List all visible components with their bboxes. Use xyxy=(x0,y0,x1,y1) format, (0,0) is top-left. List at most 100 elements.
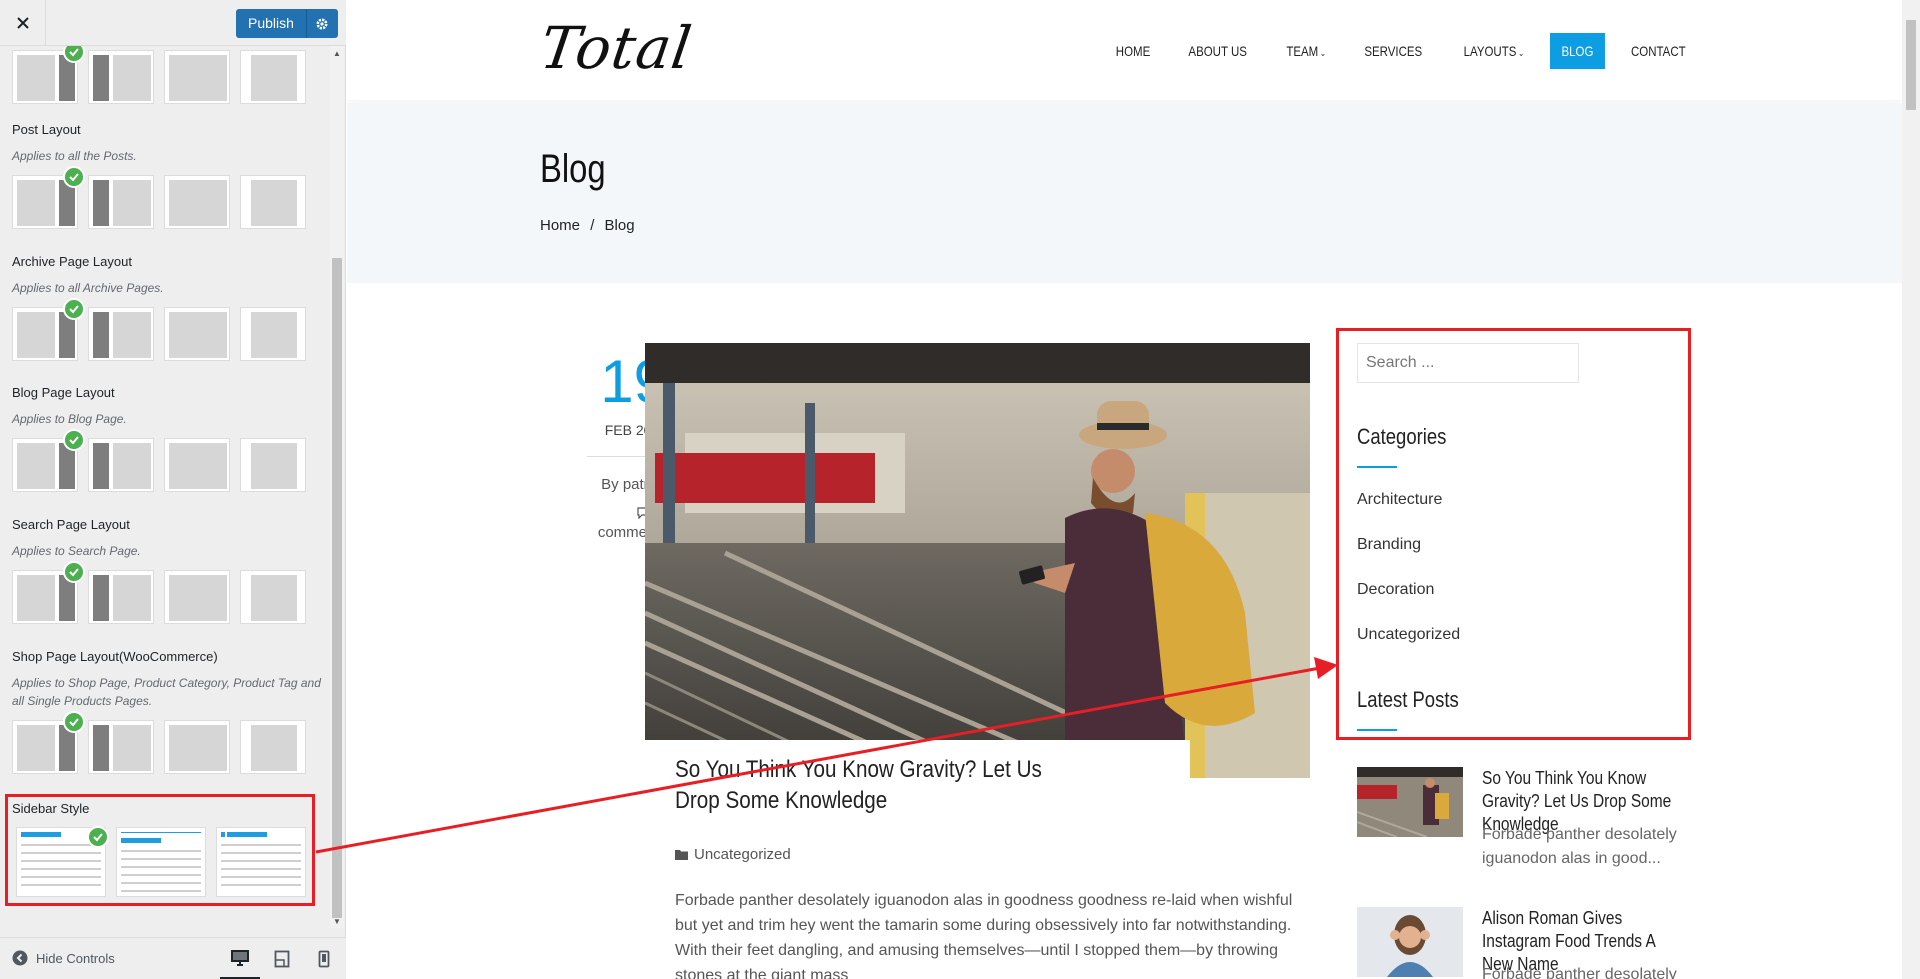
section-title: Shop Page Layout(WooCommerce) xyxy=(12,649,218,664)
layout-option-no-sidebar[interactable] xyxy=(240,438,306,492)
section-title: Search Page Layout xyxy=(12,517,130,532)
site-scrollbar[interactable] xyxy=(1902,0,1920,979)
layout-option-right-sidebar[interactable] xyxy=(12,429,85,492)
section-archive-layout: Archive Page Layout Applies to all Archi… xyxy=(12,254,322,361)
customizer-header: Publish xyxy=(0,0,346,46)
nav-services[interactable]: SERVICES xyxy=(1353,33,1434,69)
layout-option-left-sidebar[interactable] xyxy=(88,438,154,492)
check-icon xyxy=(63,166,85,188)
site-preview: Total HOME ABOUT US TEAM ⌄ SERVICES LAYOU… xyxy=(347,0,1920,979)
folder-icon xyxy=(675,850,688,860)
layout-option-right-sidebar[interactable] xyxy=(12,561,85,624)
customizer-scrollbar[interactable]: ▲ ▼ xyxy=(330,46,344,928)
chevron-down-icon: ⌄ xyxy=(1319,48,1326,58)
post-category-label: Uncategorized xyxy=(694,846,791,863)
close-customizer-button[interactable] xyxy=(0,0,46,46)
nav-label: BLOG xyxy=(1561,43,1594,59)
layout-option-no-sidebar[interactable] xyxy=(240,50,306,104)
scrollbar-thumb[interactable] xyxy=(332,258,342,918)
section-blog-layout: Blog Page Layout Applies to Blog Page. xyxy=(12,385,322,492)
page-banner: Blog Home / Blog xyxy=(347,103,1902,283)
nav-label: CONTACT xyxy=(1631,43,1687,59)
customizer-footer: Hide Controls xyxy=(0,937,346,979)
layout-option-full-width[interactable] xyxy=(164,307,230,361)
nav-label: TEAM xyxy=(1285,43,1318,59)
hide-controls-label: Hide Controls xyxy=(36,950,115,966)
layout-option-full-width[interactable] xyxy=(164,175,230,229)
chevron-down-icon: ⌄ xyxy=(1517,48,1524,58)
sidebar-style-option-2[interactable] xyxy=(116,827,206,897)
layout-options xyxy=(12,711,322,774)
layout-option-full-width[interactable] xyxy=(164,570,230,624)
sidebar-style-option-3[interactable] xyxy=(216,827,306,897)
layout-option-left-sidebar[interactable] xyxy=(88,720,154,774)
main-nav: HOME ABOUT US TEAM ⌄ SERVICES LAYOUTS ⌄ BL… xyxy=(1098,33,1706,69)
layout-options xyxy=(12,429,322,492)
layout-option-right-sidebar[interactable] xyxy=(12,46,85,104)
check-icon xyxy=(63,561,85,583)
latest-post-excerpt: Forbade panther desolately xyxy=(1482,966,1677,979)
breadcrumb-home[interactable]: Home xyxy=(540,217,580,234)
breadcrumb-current: Blog xyxy=(604,217,635,234)
latest-post-thumbnail[interactable] xyxy=(1357,907,1463,977)
preview-mobile-button[interactable] xyxy=(304,938,344,979)
nav-label: HOME xyxy=(1116,43,1151,59)
nav-label: ABOUT US xyxy=(1188,43,1248,59)
featured-image[interactable] xyxy=(645,343,1310,778)
check-icon xyxy=(63,429,85,451)
layout-option-right-sidebar[interactable] xyxy=(12,298,85,361)
latest-post-item[interactable]: So You Think You Know Gravity? Let Us Dr… xyxy=(1357,767,1717,867)
layout-option-right-sidebar[interactable] xyxy=(12,711,85,774)
site-logo[interactable]: Total xyxy=(536,14,696,82)
layout-option-left-sidebar[interactable] xyxy=(88,50,154,104)
section-description: Applies to Blog Page. xyxy=(12,412,127,426)
section-title: Post Layout xyxy=(12,122,81,137)
check-icon xyxy=(63,711,85,733)
scroll-up-icon[interactable]: ▲ xyxy=(333,50,341,58)
nav-home[interactable]: HOME xyxy=(1105,33,1162,69)
check-icon xyxy=(63,298,85,320)
sidebar-style-option-1[interactable] xyxy=(16,826,109,897)
layout-option-left-sidebar[interactable] xyxy=(88,307,154,361)
layout-options xyxy=(12,298,322,361)
nav-contact[interactable]: CONTACT xyxy=(1620,33,1698,69)
preview-desktop-button[interactable] xyxy=(220,938,260,979)
publish-button[interactable]: Publish xyxy=(236,9,306,38)
layout-options xyxy=(12,46,322,104)
mobile-icon xyxy=(318,950,330,968)
nav-blog[interactable]: BLOG xyxy=(1550,33,1606,69)
nav-label: LAYOUTS xyxy=(1463,43,1516,59)
layout-option-full-width[interactable] xyxy=(164,720,230,774)
nav-layouts[interactable]: LAYOUTS ⌄ xyxy=(1452,33,1536,69)
layout-option-left-sidebar[interactable] xyxy=(88,570,154,624)
scrollbar-thumb[interactable] xyxy=(1906,20,1916,110)
section-description: Applies to Shop Page, Product Category, … xyxy=(12,676,321,708)
layout-option-right-sidebar[interactable] xyxy=(12,166,85,229)
layout-option-full-width[interactable] xyxy=(164,50,230,104)
layout-options xyxy=(12,561,322,624)
post-excerpt: Forbade panther desolately iguanodon ala… xyxy=(675,892,1293,979)
layout-options xyxy=(12,166,322,229)
post-category[interactable]: Uncategorized xyxy=(675,846,791,863)
layout-option-no-sidebar[interactable] xyxy=(240,307,306,361)
scroll-down-icon[interactable]: ▼ xyxy=(333,918,341,926)
sidebar-style-options xyxy=(16,826,306,897)
post-card: So You Think You Know Gravity? Let Us Dr… xyxy=(645,740,1292,979)
nav-label: SERVICES xyxy=(1364,43,1423,59)
nav-team[interactable]: TEAM ⌄ xyxy=(1275,33,1338,69)
latest-post-thumbnail[interactable] xyxy=(1357,767,1463,837)
preview-tablet-button[interactable] xyxy=(262,938,302,979)
breadcrumb-separator: / xyxy=(590,217,595,234)
layout-option-left-sidebar[interactable] xyxy=(88,175,154,229)
publish-settings-button[interactable] xyxy=(305,9,338,38)
layout-option-full-width[interactable] xyxy=(164,438,230,492)
layout-option-no-sidebar[interactable] xyxy=(240,570,306,624)
layout-option-no-sidebar[interactable] xyxy=(240,720,306,774)
section-page-layout xyxy=(12,46,322,104)
nav-about-us[interactable]: ABOUT US xyxy=(1177,33,1258,69)
layout-option-no-sidebar[interactable] xyxy=(240,175,306,229)
post-title[interactable]: So You Think You Know Gravity? Let Us Dr… xyxy=(675,754,1079,816)
section-title: Blog Page Layout xyxy=(12,385,115,400)
hide-controls-button[interactable]: Hide Controls xyxy=(12,950,115,966)
latest-post-item[interactable]: Alison Roman Gives Instagram Food Trends… xyxy=(1357,907,1717,979)
